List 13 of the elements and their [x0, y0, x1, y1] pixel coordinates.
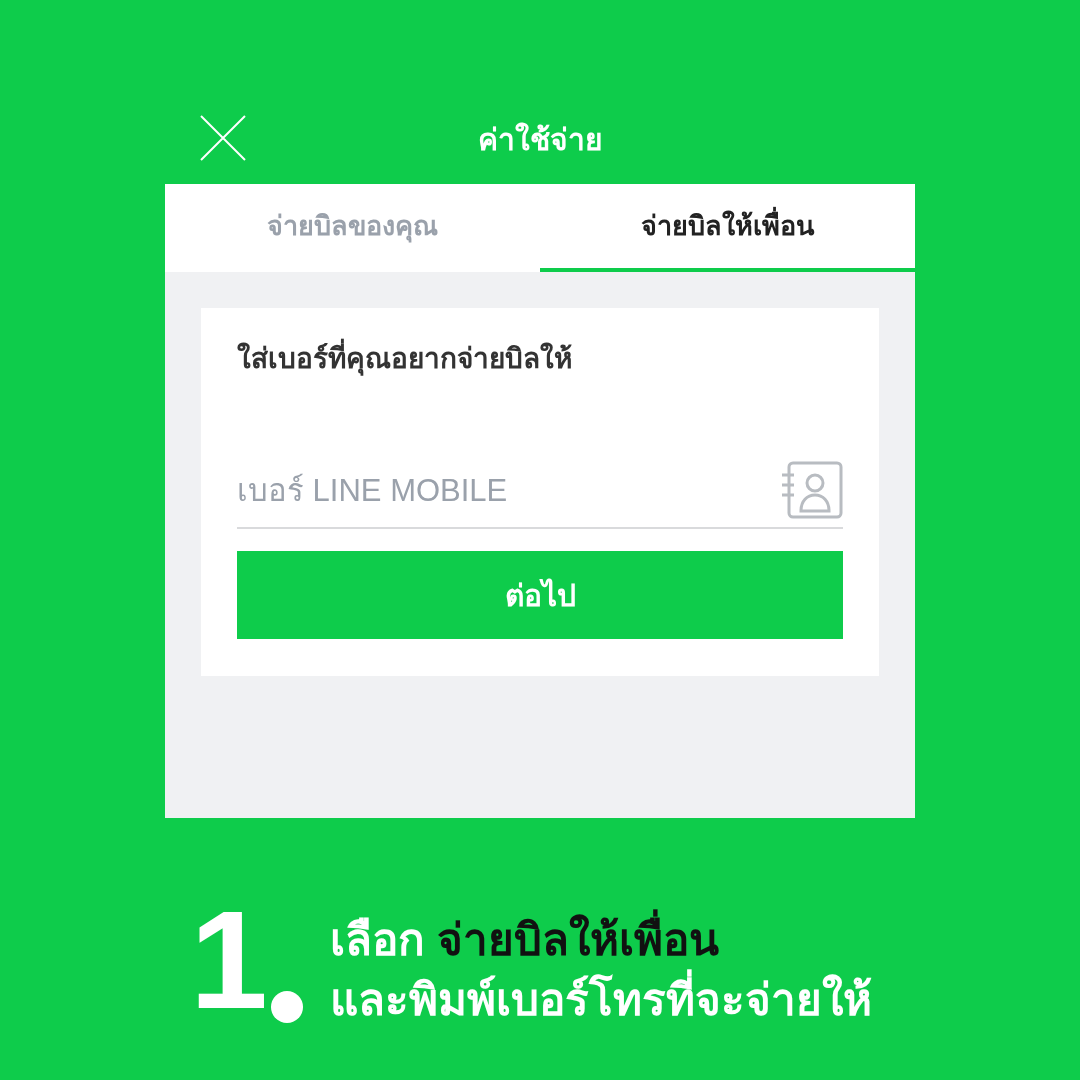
caption-text: เลือก: [329, 914, 425, 966]
screen-title: ค่าใช้จ่าย: [477, 123, 603, 156]
next-button[interactable]: ต่อไป: [237, 551, 843, 639]
close-icon[interactable]: [200, 115, 246, 161]
phone-field[interactable]: เบอร์ LINE MOBILE: [237, 455, 843, 529]
form-label: ใส่เบอร์ที่คุณอยากจ่ายบิลให้: [237, 338, 843, 378]
step-number: 1: [190, 890, 262, 1030]
tab[interactable]: จ่ายบิลของคุณ: [165, 184, 540, 272]
caption-text: และพิมพ์เบอร์โทรที่จะจ่ายให้: [329, 970, 872, 1030]
contacts-icon[interactable]: [781, 461, 843, 519]
step-dot: [269, 990, 304, 1024]
caption-highlight: จ่ายบิลให้เพื่อน: [436, 910, 719, 970]
tab[interactable]: จ่ายบิลให้เพื่อน: [540, 184, 915, 272]
